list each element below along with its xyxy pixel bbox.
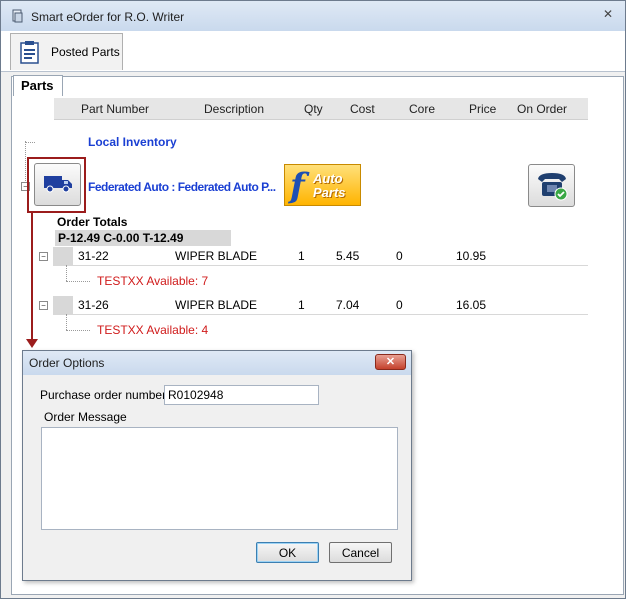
availability-text: TESTXX Available: 7 <box>97 274 209 288</box>
column-header-core[interactable]: Core <box>409 102 435 116</box>
phone-order-button[interactable] <box>528 164 575 207</box>
column-header-description[interactable]: Description <box>204 102 264 116</box>
cell-price: 10.95 <box>456 249 487 263</box>
tree-connector <box>66 314 67 330</box>
po-number-input[interactable] <box>164 385 319 405</box>
cell-part-number: 31-22 <box>78 249 109 263</box>
column-header-cost[interactable]: Cost <box>350 102 375 116</box>
collapse-icon[interactable]: − <box>39 301 48 310</box>
cell-description: WIPER BLADE <box>175 298 258 312</box>
dialog-close-button[interactable]: ✕ <box>375 354 406 370</box>
vendor-logo-mark: f <box>290 166 305 206</box>
tree-connector <box>25 141 26 185</box>
column-header-on-order[interactable]: On Order <box>517 102 567 116</box>
table-row[interactable]: 31-26 WIPER BLADE 1 7.04 0 16.05 <box>53 296 588 315</box>
title-bar: Smart eOrder for R.O. Writer ✕ <box>1 1 625 31</box>
dialog-title: Order Options <box>29 356 105 370</box>
vendor-logo: f Auto Parts <box>284 164 361 206</box>
availability-text: TESTXX Available: 4 <box>97 323 209 337</box>
tab-parts-label: Parts <box>21 78 54 93</box>
order-totals-label: Order Totals <box>57 215 128 229</box>
tree-connector <box>25 142 35 143</box>
cell-part-number: 31-26 <box>78 298 109 312</box>
row-selector[interactable] <box>53 296 73 314</box>
vendor-logo-text: Auto Parts <box>313 171 346 200</box>
tree-connector <box>66 281 90 282</box>
app-icon <box>11 9 25 23</box>
cell-cost: 7.04 <box>336 298 360 312</box>
cell-core: 0 <box>396 249 403 263</box>
cell-qty: 1 <box>298 298 305 312</box>
posted-parts-label: Posted Parts <box>51 45 120 59</box>
cell-core: 0 <box>396 298 403 312</box>
order-totals-value: P-12.49 C-0.00 T-12.49 <box>58 231 184 245</box>
order-options-dialog: Order Options ✕ Purchase order number: O… <box>22 350 412 581</box>
local-inventory-node[interactable]: Local Inventory <box>88 135 177 149</box>
posted-parts-button[interactable]: Posted Parts <box>10 33 123 70</box>
phone-icon <box>538 173 568 201</box>
tab-parts[interactable]: Parts <box>13 75 63 96</box>
order-totals-bar: P-12.49 C-0.00 T-12.49 <box>55 230 231 246</box>
callout-arrow-line <box>31 213 33 343</box>
table-row[interactable]: 31-22 WIPER BLADE 1 5.45 0 10.95 <box>53 247 588 266</box>
cell-price: 16.05 <box>456 298 487 312</box>
order-message-label: Order Message <box>44 410 127 424</box>
toolbar: Posted Parts <box>1 31 625 72</box>
clipboard-icon <box>19 40 41 64</box>
column-header-price[interactable]: Price <box>469 102 496 116</box>
column-header-qty[interactable]: Qty <box>304 102 323 116</box>
collapse-icon[interactable]: − <box>39 252 48 261</box>
window-title: Smart eOrder for R.O. Writer <box>31 10 185 24</box>
window-close-icon[interactable]: ✕ <box>603 7 615 21</box>
tree-connector <box>66 330 90 331</box>
cell-description: WIPER BLADE <box>175 249 258 263</box>
grid-header: Part Number Description Qty Cost Core Pr… <box>54 98 588 120</box>
callout-arrow-head <box>26 339 38 348</box>
cell-cost: 5.45 <box>336 249 360 263</box>
cell-qty: 1 <box>298 249 305 263</box>
column-header-part-number[interactable]: Part Number <box>81 102 149 116</box>
order-message-input[interactable] <box>41 427 398 530</box>
tree-connector <box>66 265 67 281</box>
cancel-button[interactable]: Cancel <box>329 542 392 563</box>
app-window: Smart eOrder for R.O. Writer ✕ Posted Pa… <box>0 0 626 599</box>
highlight-frame <box>27 157 86 213</box>
ok-button[interactable]: OK <box>256 542 319 563</box>
row-selector[interactable] <box>53 247 73 265</box>
vendor-node[interactable]: Federated Auto : Federated Auto P... <box>88 180 276 194</box>
dialog-title-bar: Order Options ✕ <box>23 351 411 375</box>
po-number-label: Purchase order number: <box>40 388 170 402</box>
